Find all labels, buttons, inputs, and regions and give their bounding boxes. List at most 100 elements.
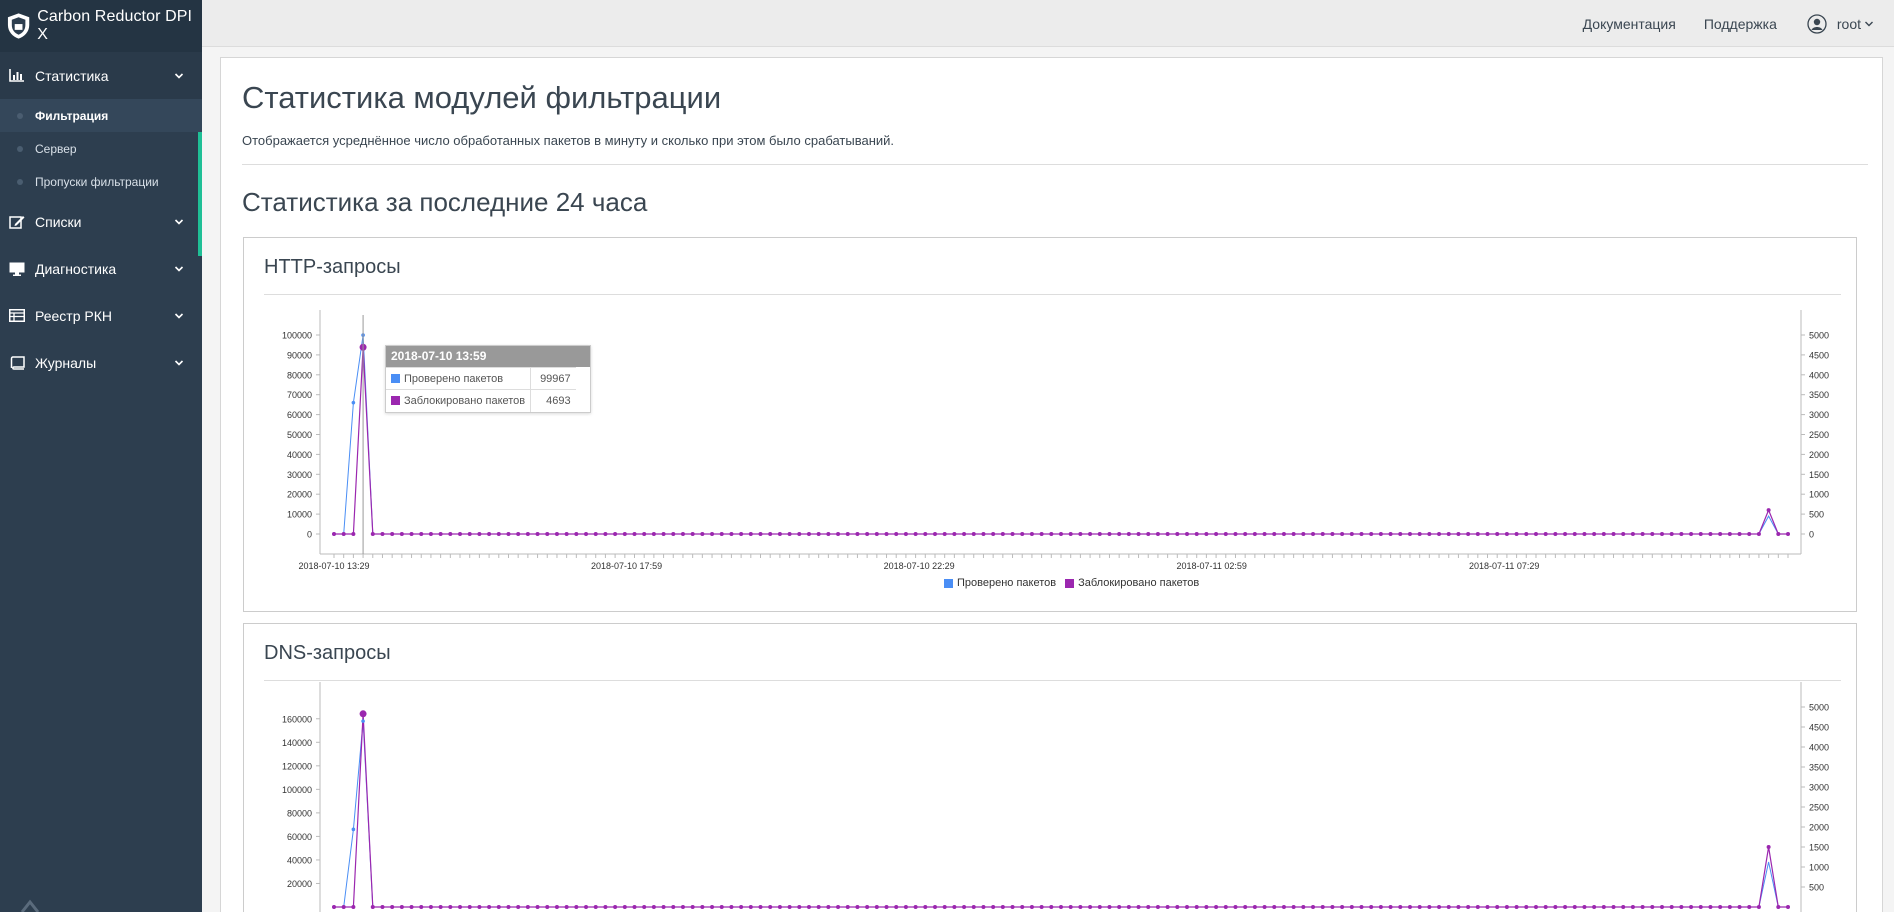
- y-tick-label: 0: [1809, 530, 1814, 540]
- data-point-blocked: [1572, 905, 1577, 909]
- data-point-blocked: [1766, 845, 1771, 849]
- nav-label-rkn-registry: Реестр РКН: [35, 307, 112, 324]
- data-point-blocked: [932, 905, 937, 909]
- data-point-blocked: [962, 905, 967, 909]
- y-tick-label: 80000: [287, 808, 312, 818]
- data-point-blocked: [903, 532, 908, 536]
- tooltip-label: Заблокировано пакетов: [386, 389, 531, 412]
- y-tick-label: 100000: [282, 331, 312, 341]
- tooltip-value: 99967: [530, 367, 576, 390]
- data-point-blocked: [884, 532, 889, 536]
- data-point-blocked: [1020, 905, 1025, 909]
- tooltip-label-text: Заблокировано пакетов: [404, 394, 526, 407]
- sub-item-filter-misses[interactable]: Пропуски фильтрации: [0, 165, 202, 198]
- legend-item-blocked[interactable]: Заблокировано пакетов: [1065, 577, 1199, 589]
- data-point-blocked: [516, 532, 521, 536]
- data-point-blocked: [671, 532, 676, 536]
- data-point-blocked: [622, 905, 627, 909]
- data-point-blocked: [1359, 532, 1364, 536]
- data-point-blocked: [855, 532, 860, 536]
- data-point-blocked: [1262, 905, 1267, 909]
- legend-item-checked[interactable]: Проверено пакетов: [944, 577, 1056, 589]
- data-point-blocked: [1776, 905, 1781, 909]
- docs-link[interactable]: Документация: [1583, 16, 1676, 32]
- data-point-blocked: [1524, 905, 1529, 909]
- data-point-blocked: [1718, 532, 1723, 536]
- nav-item-diagnostics[interactable]: Диагностика: [0, 245, 202, 292]
- data-point-blocked: [748, 905, 753, 909]
- nav-label-logs: Журналы: [35, 354, 97, 371]
- y-tick-label: 40000: [287, 855, 312, 865]
- data-point-blocked: [1078, 905, 1083, 909]
- data-point-blocked: [332, 532, 336, 536]
- sub-item-server[interactable]: Сервер: [0, 132, 202, 165]
- data-point-blocked: [894, 905, 899, 909]
- data-point-blocked: [1165, 532, 1170, 536]
- statistics-submenu: Фильтрация Сервер Пропуски фильтрации: [0, 99, 202, 198]
- data-point-blocked: [1097, 532, 1102, 536]
- dns-line-chart[interactable]: 20000 40000 60000 80000 100000 120000 140000 16…: [244, 624, 1858, 912]
- data-point-blocked: [1630, 905, 1635, 909]
- data-point-blocked: [380, 532, 385, 536]
- data-point-blocked: [351, 905, 356, 909]
- nav-item-logs[interactable]: Журналы: [0, 339, 202, 386]
- data-point-blocked: [1252, 905, 1257, 909]
- sub-item-filtering[interactable]: Фильтрация: [0, 99, 202, 132]
- data-point-blocked: [1340, 905, 1345, 909]
- legend-label: Проверено пакетов: [957, 577, 1057, 589]
- section-title: Статистика за последние 24 часа: [242, 187, 648, 217]
- x-tick-label: 2018-07-10 17:59: [591, 561, 662, 571]
- data-point-blocked: [923, 905, 928, 909]
- nav-item-lists[interactable]: Списки: [0, 198, 202, 245]
- data-point-blocked: [1262, 532, 1267, 536]
- data-point-blocked: [1650, 532, 1655, 536]
- collapse-arrow-icon[interactable]: [18, 898, 40, 912]
- data-point-blocked: [913, 905, 918, 909]
- data-point-blocked: [797, 905, 802, 909]
- data-point-blocked: [467, 905, 472, 909]
- data-point-blocked: [1175, 532, 1180, 536]
- y-tick-label: 3000: [1809, 783, 1829, 793]
- data-point-blocked: [1029, 905, 1034, 909]
- data-point-blocked: [884, 905, 889, 909]
- nav-label-diagnostics: Диагностика: [35, 260, 117, 277]
- y-tick-label: 4000: [1809, 370, 1829, 380]
- data-point-blocked: [341, 905, 346, 909]
- user-menu[interactable]: root: [1807, 13, 1884, 34]
- data-point-blocked: [962, 532, 967, 536]
- data-point-blocked: [1126, 532, 1131, 536]
- nav-item-statistics[interactable]: Статистика: [0, 52, 202, 99]
- y-tick-label: 20000: [287, 490, 312, 500]
- chevron-down-icon: [174, 312, 184, 319]
- data-point-blocked: [613, 532, 618, 536]
- data-point-blocked: [1233, 532, 1238, 536]
- data-point-blocked: [487, 905, 492, 909]
- data-point-checked: [351, 400, 356, 405]
- data-point-blocked: [1398, 532, 1403, 536]
- data-point-blocked: [603, 905, 608, 909]
- data-point-blocked: [942, 905, 947, 909]
- data-point-blocked: [719, 532, 724, 536]
- data-point-blocked: [1194, 532, 1199, 536]
- y-tick-label: 40000: [287, 450, 312, 460]
- nav-item-rkn-registry[interactable]: Реестр РКН: [0, 292, 202, 339]
- data-point-blocked: [1243, 532, 1248, 536]
- data-point-blocked: [1117, 905, 1122, 909]
- data-point-blocked: [826, 532, 831, 536]
- data-point-blocked: [1359, 905, 1364, 909]
- data-point-blocked: [632, 905, 637, 909]
- brand[interactable]: Carbon Reductor DPI X: [0, 0, 202, 52]
- data-point-blocked: [865, 532, 870, 536]
- data-point-blocked: [593, 905, 598, 909]
- data-point-blocked: [525, 905, 530, 909]
- data-point-blocked: [584, 905, 589, 909]
- data-point-blocked: [680, 905, 685, 909]
- data-point-blocked: [1466, 532, 1471, 536]
- data-point-blocked: [1020, 532, 1025, 536]
- data-point-blocked: [1301, 905, 1306, 909]
- data-point-blocked: [458, 905, 463, 909]
- data-point-blocked: [1524, 532, 1529, 536]
- http-line-chart[interactable]: 0100002000030000400005000060000700008000…: [244, 238, 1858, 613]
- support-link[interactable]: Поддержка: [1704, 16, 1777, 32]
- chevron-down-icon: [174, 265, 184, 272]
